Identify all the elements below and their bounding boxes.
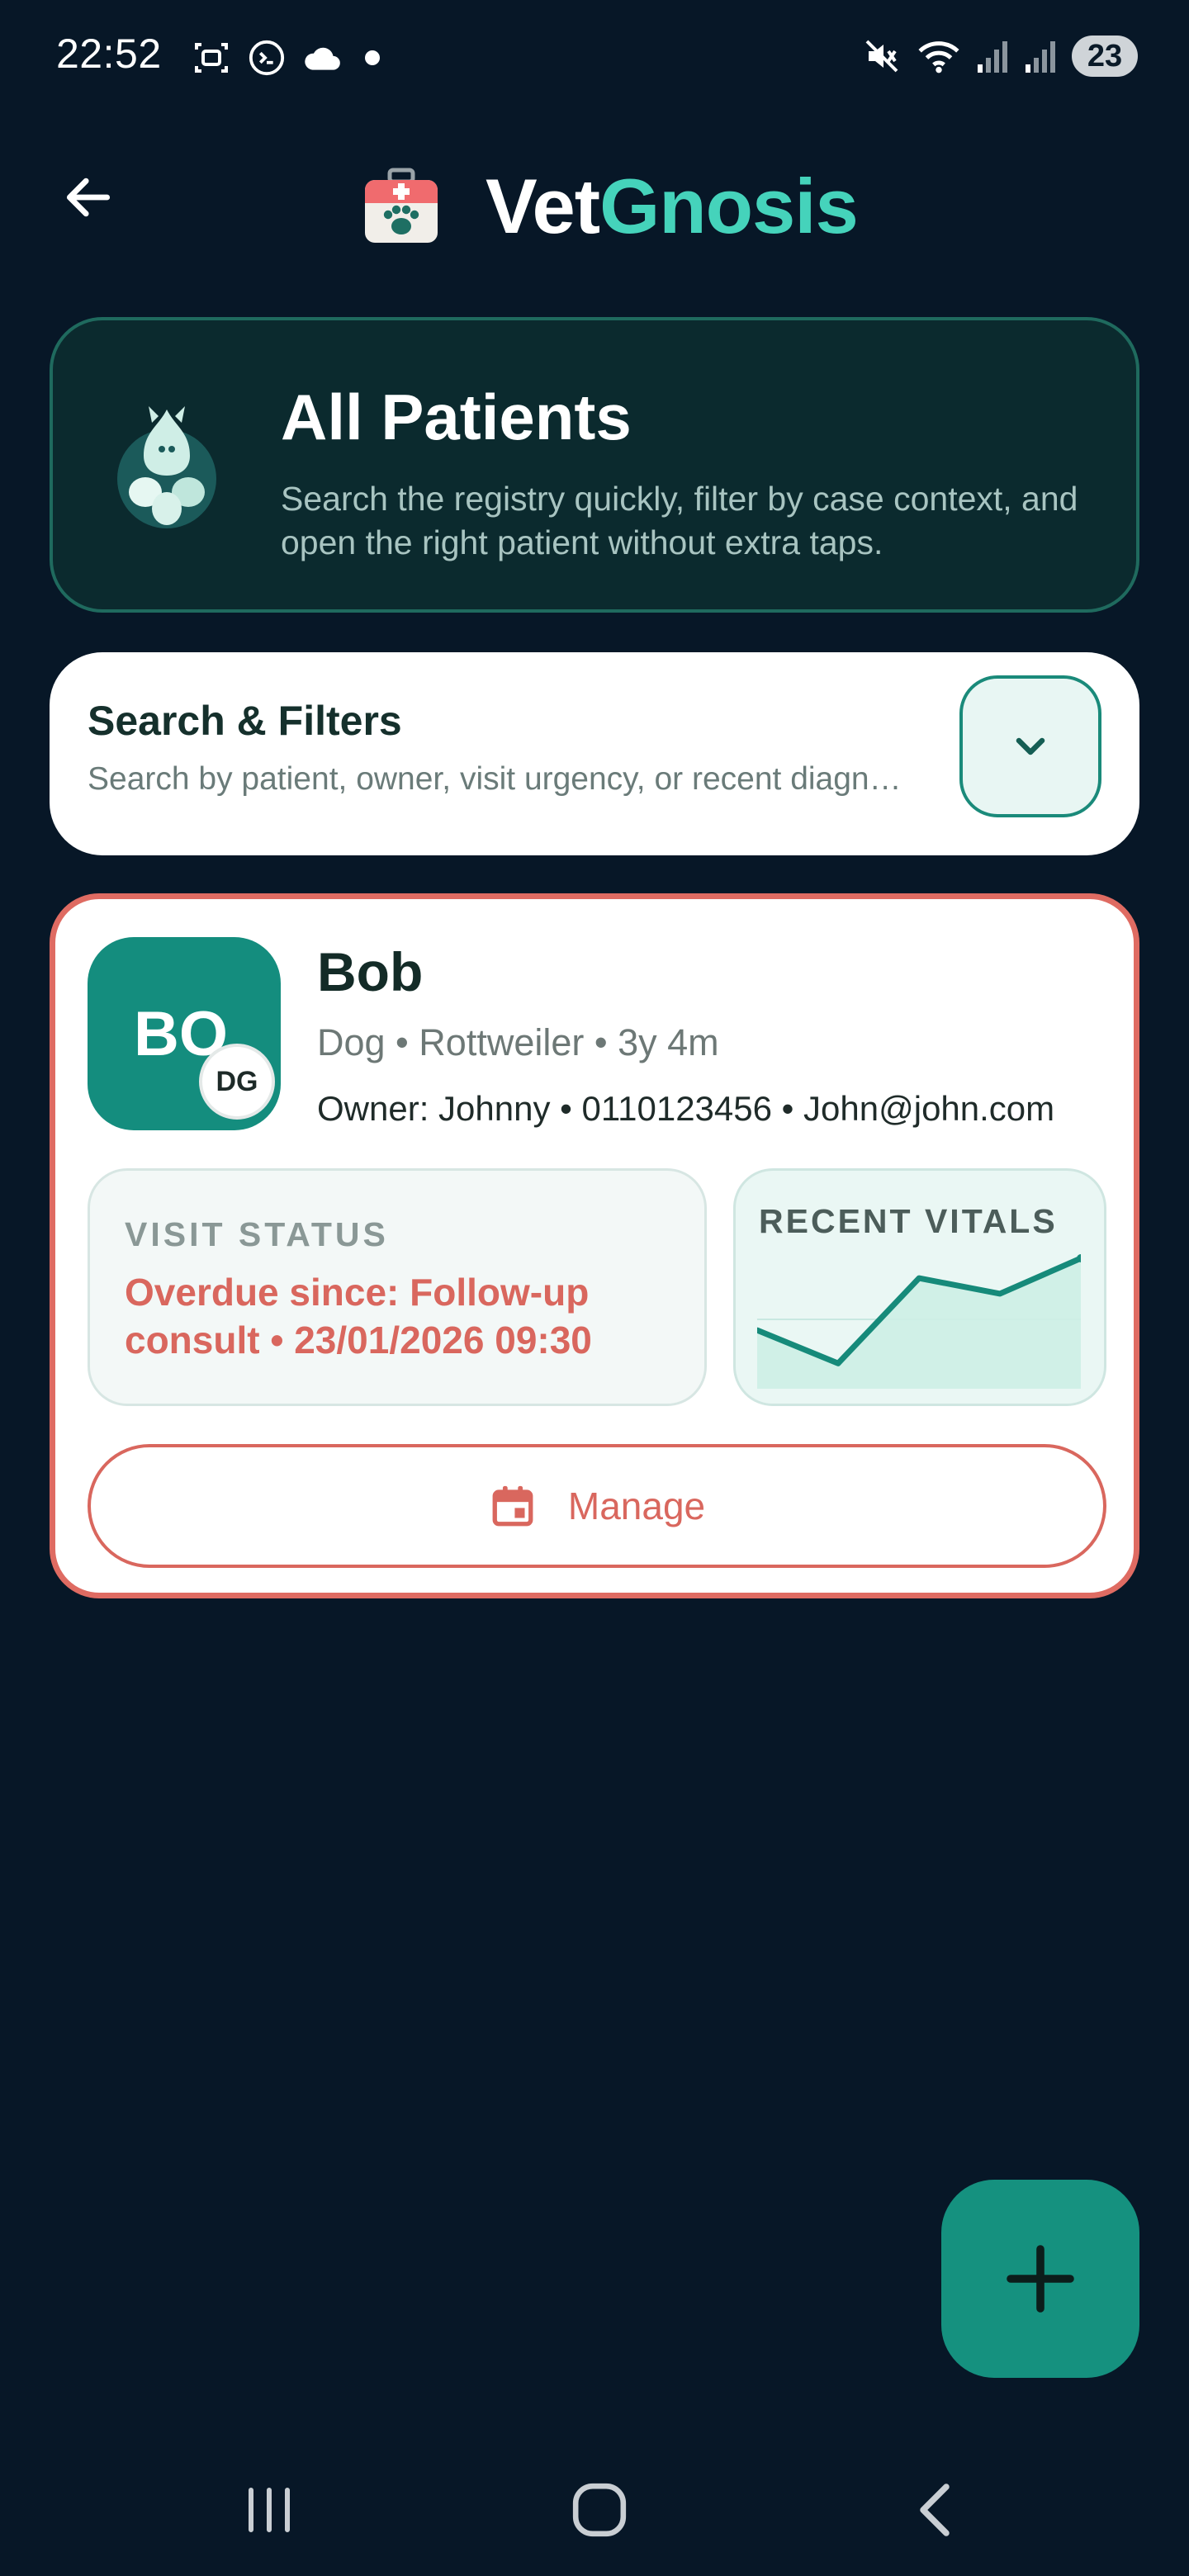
wifi-icon [918, 41, 959, 73]
animals-illustration-icon [117, 406, 216, 528]
recent-vitals-box: RECENT VITALS [733, 1168, 1106, 1406]
add-patient-button[interactable] [941, 2180, 1139, 2378]
screen: 22:52 23 VetGnosis All Patients Search t… [0, 0, 1189, 2576]
status-time: 22:52 [56, 31, 162, 77]
signal-icon [1026, 41, 1055, 73]
filters-subtitle: Search by patient, owner, visit urgency,… [88, 761, 902, 797]
screenshot-icon [195, 43, 228, 73]
calendar-icon [492, 1485, 533, 1527]
recents-icon [249, 2488, 290, 2532]
visit-status-label: VISIT STATUS [125, 1215, 389, 1253]
status-left-icons [192, 35, 385, 81]
status-right-icons: 23 [862, 33, 1138, 79]
home-button[interactable] [558, 2477, 641, 2543]
signal-icon [978, 41, 1007, 73]
patient-meta: Dog • Rottweiler • 3y 4m [317, 1021, 719, 1063]
search-filters-card[interactable]: Search & Filters Search by patient, owne… [50, 652, 1139, 855]
plus-icon [1007, 2245, 1074, 2313]
vitals-sparkline [757, 1254, 1081, 1389]
home-icon [572, 2483, 627, 2537]
status-bar: 22:52 23 [0, 0, 1189, 116]
dot-icon [365, 50, 380, 65]
app-title: VetGnosis [486, 162, 859, 251]
recents-button[interactable] [228, 2477, 310, 2543]
hero-card: All Patients Search the registry quickly… [50, 317, 1139, 613]
vet-kit-icon [365, 168, 438, 243]
back-button[interactable] [51, 160, 126, 234]
nav-back-icon [920, 2484, 950, 2536]
app-title-gnosis: Gnosis [599, 163, 859, 249]
patient-card[interactable]: BO DG Bob Dog • Rottweiler • 3y 4m Owner… [50, 893, 1139, 1598]
terminal-icon [249, 40, 285, 76]
mute-icon [865, 40, 898, 73]
visit-status-value: Overdue since: Follow-up consult • 23/01… [125, 1271, 592, 1361]
battery-indicator: 23 [1072, 36, 1138, 77]
app-bar: VetGnosis [0, 149, 1189, 264]
cloud-icon [305, 47, 340, 70]
brand: VetGnosis [358, 157, 859, 256]
arrow-left-icon [66, 178, 111, 217]
page-title: All Patients [281, 381, 632, 453]
filters-title: Search & Filters [88, 698, 402, 744]
filters-expand-button[interactable] [959, 675, 1101, 817]
patient-name: Bob [317, 941, 424, 1002]
chevron-down-icon [1016, 737, 1045, 755]
nav-back-button[interactable] [893, 2477, 976, 2543]
patient-owner: Owner: Johnny • 0110123456 • John@john.c… [317, 1089, 1055, 1128]
page-subtitle: Search the registry quickly, filter by c… [281, 480, 1078, 561]
vitals-label: RECENT VITALS [759, 1202, 1058, 1240]
species-badge: DG [199, 1044, 275, 1120]
manage-button[interactable]: Manage [88, 1444, 1106, 1568]
app-title-vet: Vet [486, 163, 600, 249]
system-nav-bar [0, 2444, 1189, 2576]
visit-status-box: VISIT STATUS Overdue since: Follow-up co… [88, 1168, 707, 1406]
manage-label: Manage [567, 1485, 706, 1527]
